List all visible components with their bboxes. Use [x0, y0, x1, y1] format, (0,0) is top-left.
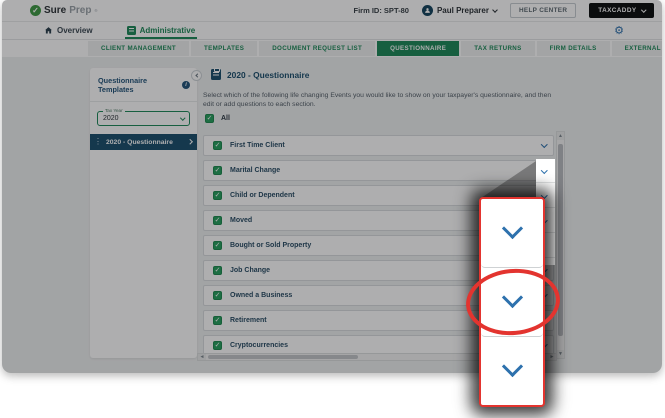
dim-overlay	[2, 0, 662, 373]
chevron-down-icon	[501, 217, 523, 240]
callout-shadow-wedge	[481, 161, 536, 198]
chevron-down-icon	[541, 167, 548, 174]
magnified-chevron-cell	[481, 337, 543, 405]
magnified-chevron-cell	[481, 199, 543, 268]
chevron-down-icon	[501, 355, 523, 378]
